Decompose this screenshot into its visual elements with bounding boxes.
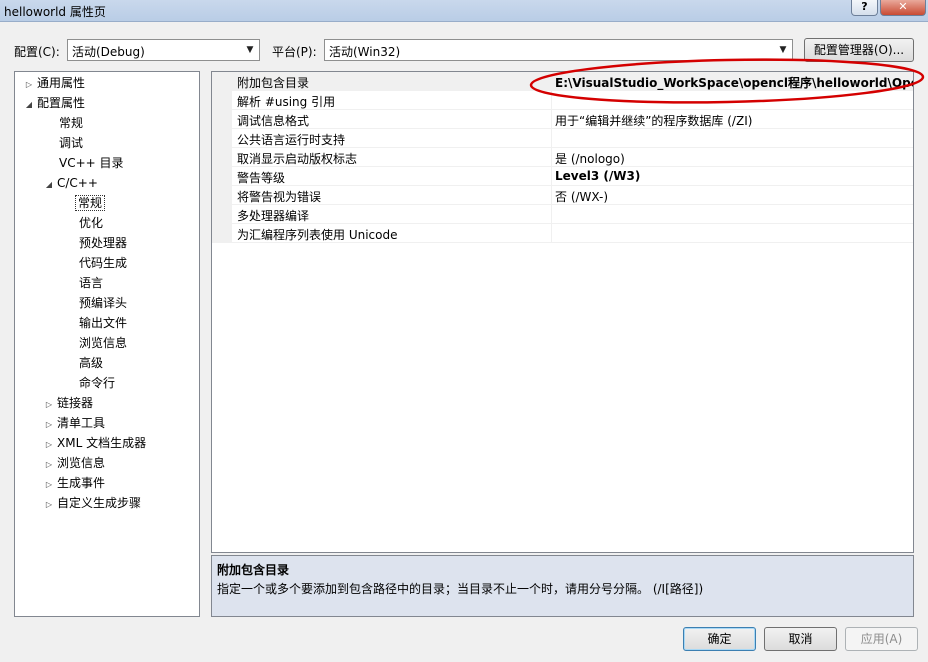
property-tree: ▷ 通用属性 ◢ 配置属性 常规 调试 VC++ 目录 ◢ C/C++ 常规 优化 预…	[14, 71, 200, 617]
cancel-button[interactable]: 取消	[764, 627, 837, 651]
tree-item-cpp[interactable]: ◢ C/C++	[43, 174, 100, 192]
tree-item-output-files[interactable]: 输出文件	[77, 314, 129, 332]
tree-item-preprocessor[interactable]: 预处理器	[77, 234, 129, 252]
chevron-down-icon: ▼	[779, 45, 787, 55]
description-text: 指定一个或多个要添加到包含路径中的目录；当目录不止一个时，请用分号分隔。 (/I…	[217, 582, 704, 596]
property-name: 解析 #using 引用	[237, 95, 336, 109]
help-button[interactable]: ?	[851, 0, 878, 16]
tree-item-language[interactable]: 语言	[77, 274, 105, 292]
property-row-warnings-as-errors[interactable]: 将警告视为错误 否 (/WX-)	[212, 186, 913, 205]
tree-item-vc-directories[interactable]: VC++ 目录	[57, 154, 126, 172]
tree-item-cpp-general[interactable]: 常规	[75, 194, 106, 212]
property-name: 调试信息格式	[237, 114, 310, 128]
collapse-icon[interactable]: ◢	[43, 176, 55, 194]
apply-button[interactable]: 应用(A)	[845, 627, 918, 651]
tree-item-precompiled-headers[interactable]: 预编译头	[77, 294, 129, 312]
expand-icon[interactable]: ▷	[43, 496, 55, 514]
property-row-warning-level[interactable]: 警告等级 Level3 (/W3)	[212, 167, 913, 186]
tree-item-command-line[interactable]: 命令行	[77, 374, 117, 392]
collapse-icon[interactable]: ◢	[23, 96, 35, 114]
chevron-down-icon: ▼	[246, 45, 254, 55]
platform-label: 平台(P):	[272, 45, 317, 59]
config-label: 配置(C):	[14, 45, 60, 59]
property-row-multiprocessor-compile[interactable]: 多处理器编译	[212, 205, 913, 224]
tree-item-browse-information[interactable]: ▷ 浏览信息	[43, 454, 107, 472]
property-value[interactable]: 用于“编辑并继续”的程序数据库 (/ZI)	[555, 112, 752, 129]
tree-item-manifest-tool[interactable]: ▷ 清单工具	[43, 414, 107, 432]
tree-item-debugging[interactable]: 调试	[57, 134, 85, 152]
tree-item-common-properties[interactable]: ▷ 通用属性	[23, 74, 87, 92]
property-row-resolve-using[interactable]: 解析 #using 引用	[212, 91, 913, 110]
property-row-debug-info-format[interactable]: 调试信息格式 用于“编辑并继续”的程序数据库 (/ZI)	[212, 110, 913, 129]
tree-item-general[interactable]: 常规	[57, 114, 85, 132]
property-name: 多处理器编译	[237, 209, 310, 223]
tree-item-advanced[interactable]: 高级	[77, 354, 105, 372]
config-select[interactable]: 活动(Debug) ▼	[67, 39, 260, 61]
tree-item-build-events[interactable]: ▷ 生成事件	[43, 474, 107, 492]
title-bar: helloworld 属性页 ? ✕	[0, 0, 928, 22]
expand-icon[interactable]: ▷	[43, 436, 55, 454]
tree-item-browse-info[interactable]: 浏览信息	[77, 334, 129, 352]
close-button[interactable]: ✕	[880, 0, 926, 16]
property-value[interactable]: 否 (/WX-)	[555, 188, 608, 205]
property-value[interactable]: 是 (/nologo)	[555, 150, 625, 167]
config-manager-button[interactable]: 配置管理器(O)...	[804, 38, 914, 62]
tree-item-config-properties[interactable]: ◢ 配置属性	[23, 94, 87, 112]
tree-item-optimization[interactable]: 优化	[77, 214, 105, 232]
tree-item-linker[interactable]: ▷ 链接器	[43, 394, 95, 412]
description-title: 附加包含目录	[217, 563, 290, 577]
platform-select[interactable]: 活动(Win32) ▼	[324, 39, 793, 61]
description-panel: 附加包含目录 指定一个或多个要添加到包含路径中的目录；当目录不止一个时，请用分号…	[211, 555, 914, 617]
platform-select-value: 活动(Win32)	[329, 45, 401, 59]
property-name: 取消显示启动版权标志	[237, 152, 358, 166]
property-value[interactable]: Level3 (/W3)	[555, 169, 640, 183]
tree-item-code-generation[interactable]: 代码生成	[77, 254, 129, 272]
property-row-additional-include-dirs[interactable]: 附加包含目录 E:\VisualStudio_WorkSpace\opencl程…	[212, 72, 913, 91]
expand-icon[interactable]: ▷	[43, 476, 55, 494]
tree-item-xml-doc-generator[interactable]: ▷ XML 文档生成器	[43, 434, 148, 452]
property-name: 警告等级	[237, 171, 286, 185]
expand-icon[interactable]: ▷	[43, 396, 55, 414]
window-title: helloworld 属性页	[4, 5, 106, 19]
expand-icon[interactable]: ▷	[43, 416, 55, 434]
property-value[interactable]: E:\VisualStudio_WorkSpace\opencl程序\hello…	[555, 74, 913, 91]
property-name: 附加包含目录	[237, 76, 310, 90]
config-select-value: 活动(Debug)	[72, 45, 145, 59]
expand-icon[interactable]: ▷	[43, 456, 55, 474]
property-name: 将警告视为错误	[237, 190, 322, 204]
property-row-unicode-assembler-listing[interactable]: 为汇编程序列表使用 Unicode	[212, 224, 913, 243]
ok-button[interactable]: 确定	[683, 627, 756, 651]
property-name: 公共语言运行时支持	[237, 133, 346, 147]
property-grid: 附加包含目录 E:\VisualStudio_WorkSpace\opencl程…	[211, 71, 914, 553]
property-name: 为汇编程序列表使用 Unicode	[237, 228, 398, 242]
expand-icon[interactable]: ▷	[23, 76, 35, 94]
property-row-clr-support[interactable]: 公共语言运行时支持	[212, 129, 913, 148]
property-row-suppress-banner[interactable]: 取消显示启动版权标志 是 (/nologo)	[212, 148, 913, 167]
tree-item-custom-build-step[interactable]: ▷ 自定义生成步骤	[43, 494, 143, 512]
